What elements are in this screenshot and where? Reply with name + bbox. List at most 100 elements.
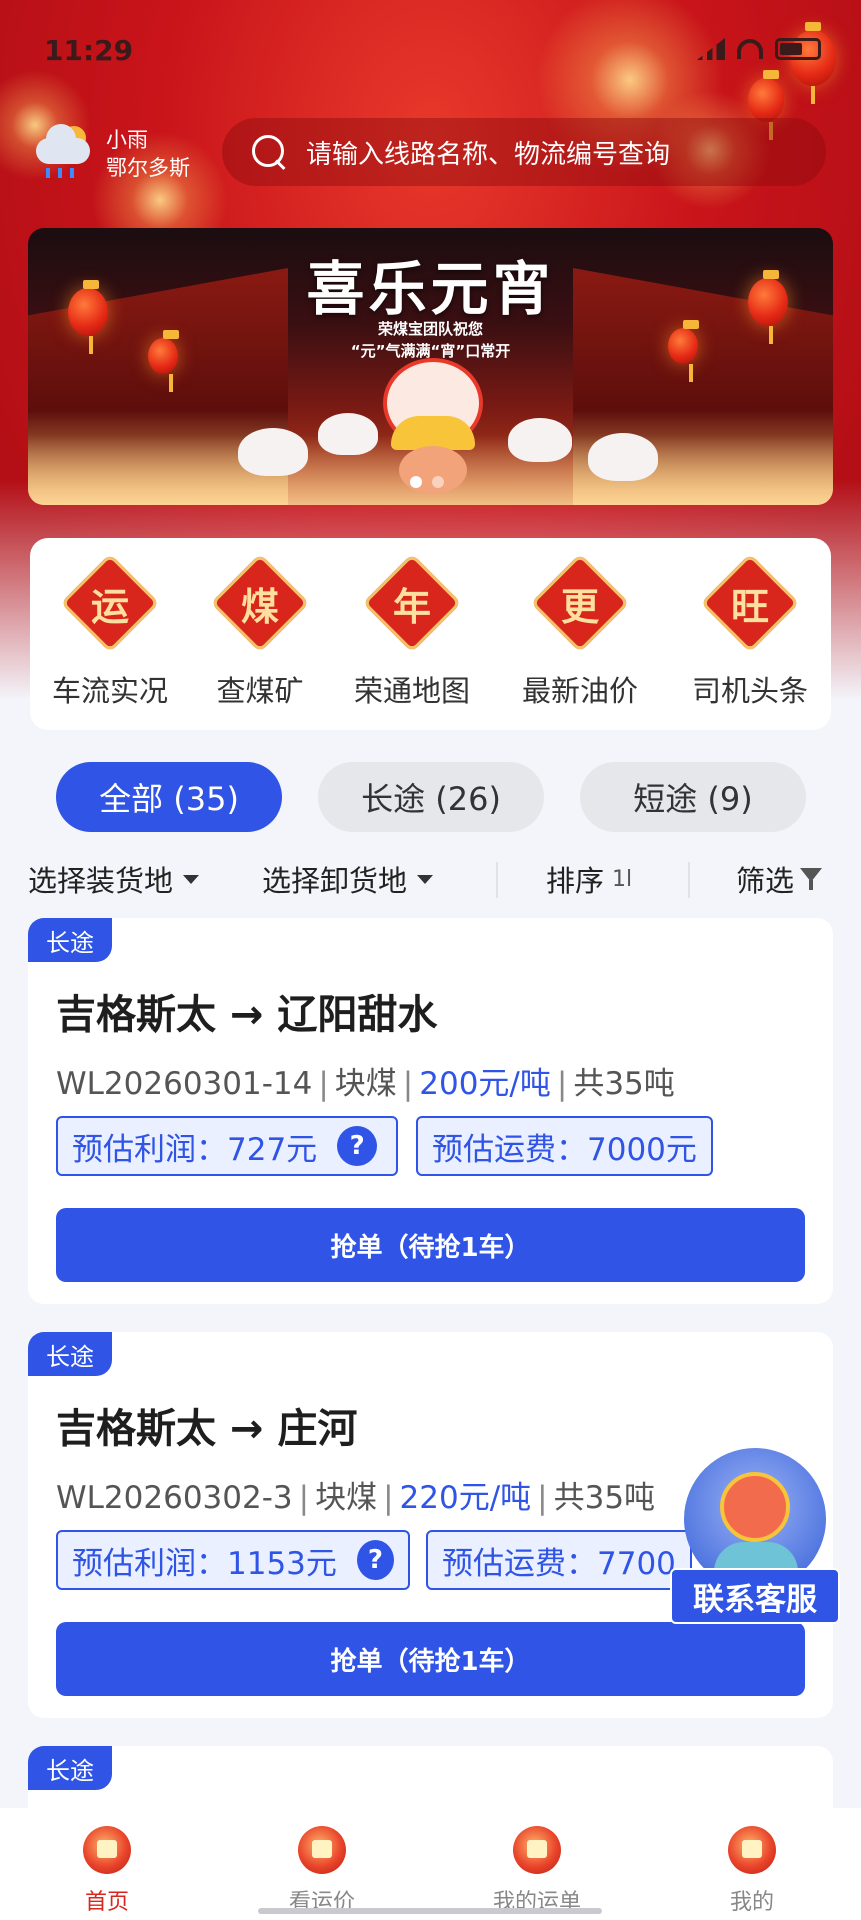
profile-icon	[728, 1826, 776, 1874]
seal-char: 运	[90, 584, 129, 629]
filter-label: 筛选	[736, 864, 795, 898]
estimated-freight-text: 预估运费：7000元	[432, 1131, 697, 1168]
load-place-filter[interactable]: 选择装货地	[28, 858, 200, 900]
filter-button[interactable]: 筛选	[736, 858, 823, 900]
bottom-navigation: 首页 看运价 我的运单 我的	[0, 1808, 861, 1920]
order-type-tabs: 全部 (35) 长途 (26) 短途 (9)	[56, 762, 806, 832]
quick-item-traffic[interactable]: 运 车流实况	[30, 538, 190, 730]
seal-char: 旺	[730, 584, 769, 629]
carousel-indicator	[410, 476, 444, 488]
quick-item-map[interactable]: 年 荣通地图	[332, 538, 492, 730]
tab-long-distance[interactable]: 长途 (26)	[318, 762, 544, 832]
estimated-freight: 预估运费：7700	[426, 1530, 692, 1590]
signal-icon	[697, 38, 725, 60]
customer-service-label: 联系客服	[670, 1568, 840, 1624]
unload-place-label: 选择卸货地	[262, 864, 408, 898]
status-time: 11:29	[44, 34, 134, 67]
filter-funnel-icon	[800, 868, 823, 890]
estimated-freight-text: 预估运费：7700	[442, 1545, 676, 1582]
promo-banner[interactable]: 喜乐元宵 荣煤宝团队祝您 “元”气满满“宵”口常开	[28, 228, 833, 505]
rain-cloud-icon	[34, 120, 92, 178]
quick-item-label: 查煤矿	[216, 674, 304, 708]
total-weight: 共35吨	[573, 1066, 675, 1102]
order-tag: 长途	[28, 1332, 112, 1376]
seal-char: 更	[560, 584, 599, 629]
banner-character	[588, 433, 658, 481]
sort-button[interactable]: 排序 1l	[546, 858, 632, 900]
total-weight: 共35吨	[553, 1480, 656, 1516]
status-bar: 11:29	[0, 0, 861, 100]
status-icons	[697, 38, 821, 60]
quick-item-fuel-price[interactable]: 更 最新油价	[500, 538, 660, 730]
quick-menu: 运 车流实况 煤 查煤矿 年 荣通地图 更 最新油价 旺 司机头条	[30, 538, 831, 730]
search-placeholder: 请输入线路名称、物流编号查询	[306, 139, 671, 170]
estimated-profit-text: 预估利润：1153元	[72, 1545, 337, 1582]
grab-order-button[interactable]: 抢单（待抢1车）	[56, 1208, 805, 1282]
banner-title: 喜乐元宵	[306, 255, 555, 323]
estimated-freight: 预估运费：7000元	[416, 1116, 713, 1176]
sort-icon: 1l	[612, 866, 633, 892]
cargo-type: 块煤	[315, 1480, 378, 1516]
nav-freight-rates[interactable]: 看运价	[252, 1826, 392, 1916]
quick-item-label: 荣通地图	[353, 674, 470, 708]
unload-place-filter[interactable]: 选择卸货地	[262, 858, 434, 900]
divider	[688, 862, 690, 898]
order-info: WL20260301-14 | 块煤 | 200元/吨 | 共35吨	[56, 1066, 675, 1102]
carousel-dot-active	[410, 476, 422, 488]
estimated-profit: 预估利润：1153元 ?	[56, 1530, 410, 1590]
search-bar[interactable]: 请输入线路名称、物流编号查询	[222, 118, 826, 186]
order-info: WL20260302-3 | 块煤 | 220元/吨 | 共35吨	[56, 1480, 656, 1516]
quick-item-label: 司机头条	[691, 674, 808, 708]
load-place-label: 选择装货地	[28, 864, 174, 898]
nav-label: 首页	[84, 1890, 129, 1915]
quick-item-label: 车流实况	[51, 674, 168, 708]
customer-service-button[interactable]: 联系客服	[670, 1448, 840, 1628]
weather-condition: 小雨	[106, 128, 148, 152]
freight-rate-icon	[298, 1826, 346, 1874]
home-icon	[83, 1826, 131, 1874]
battery-icon	[775, 38, 821, 60]
nav-label: 我的	[729, 1890, 774, 1915]
estimated-profit: 预估利润：727元 ?	[56, 1116, 398, 1176]
quick-item-label: 最新油价	[521, 674, 638, 708]
unit-price: 200元/吨	[419, 1066, 551, 1102]
grab-order-button[interactable]: 抢单（待抢1车）	[56, 1622, 805, 1696]
help-icon[interactable]: ?	[337, 1126, 378, 1166]
caret-down-icon	[417, 874, 434, 884]
wifi-icon	[737, 39, 763, 59]
banner-character	[318, 413, 378, 455]
waybill-icon	[513, 1826, 561, 1874]
help-icon[interactable]: ?	[356, 1540, 394, 1580]
order-card[interactable]: 长途 吉格斯太 → 辽阳甜水 WL20260301-14 | 块煤 | 200元/吨 | 共…	[28, 918, 833, 1304]
search-icon	[250, 133, 288, 171]
seal-char: 煤	[240, 584, 279, 629]
estimated-profit-text: 预估利润：727元	[72, 1131, 318, 1168]
waybill-number: WL20260301-14	[56, 1066, 313, 1102]
order-route: 吉格斯太 → 庄河	[56, 1406, 358, 1452]
seal-char: 年	[392, 584, 431, 629]
order-tag: 长途	[28, 918, 112, 962]
weather-widget[interactable]: 小雨 鄂尔多斯	[34, 120, 204, 190]
order-tag: 长途	[28, 1746, 112, 1790]
nav-my-waybills[interactable]: 我的运单	[467, 1826, 607, 1916]
banner-character	[508, 418, 572, 462]
quick-item-coal-mine[interactable]: 煤 查煤矿	[180, 538, 340, 730]
banner-subtitle: 荣煤宝团队祝您	[377, 320, 483, 338]
nav-home[interactable]: 首页	[37, 1826, 177, 1916]
filter-bar: 选择装货地 选择卸货地 排序 1l 筛选	[0, 852, 861, 908]
order-route: 吉格斯太 → 辽阳甜水	[56, 992, 438, 1038]
unit-price: 220元/吨	[399, 1480, 532, 1516]
tab-short-distance[interactable]: 短途 (9)	[580, 762, 806, 832]
sort-label: 排序	[546, 864, 605, 898]
home-indicator	[258, 1908, 602, 1914]
waybill-number: WL20260302-3	[56, 1480, 293, 1516]
quick-item-driver-news[interactable]: 旺 司机头条	[670, 538, 830, 730]
caret-down-icon	[183, 874, 200, 884]
divider	[496, 862, 498, 898]
weather-city: 鄂尔多斯	[106, 156, 190, 180]
tab-all[interactable]: 全部 (35)	[56, 762, 282, 832]
banner-character	[238, 428, 308, 476]
cargo-type: 块煤	[334, 1066, 397, 1102]
nav-profile[interactable]: 我的	[682, 1826, 822, 1916]
carousel-dot	[432, 476, 444, 488]
